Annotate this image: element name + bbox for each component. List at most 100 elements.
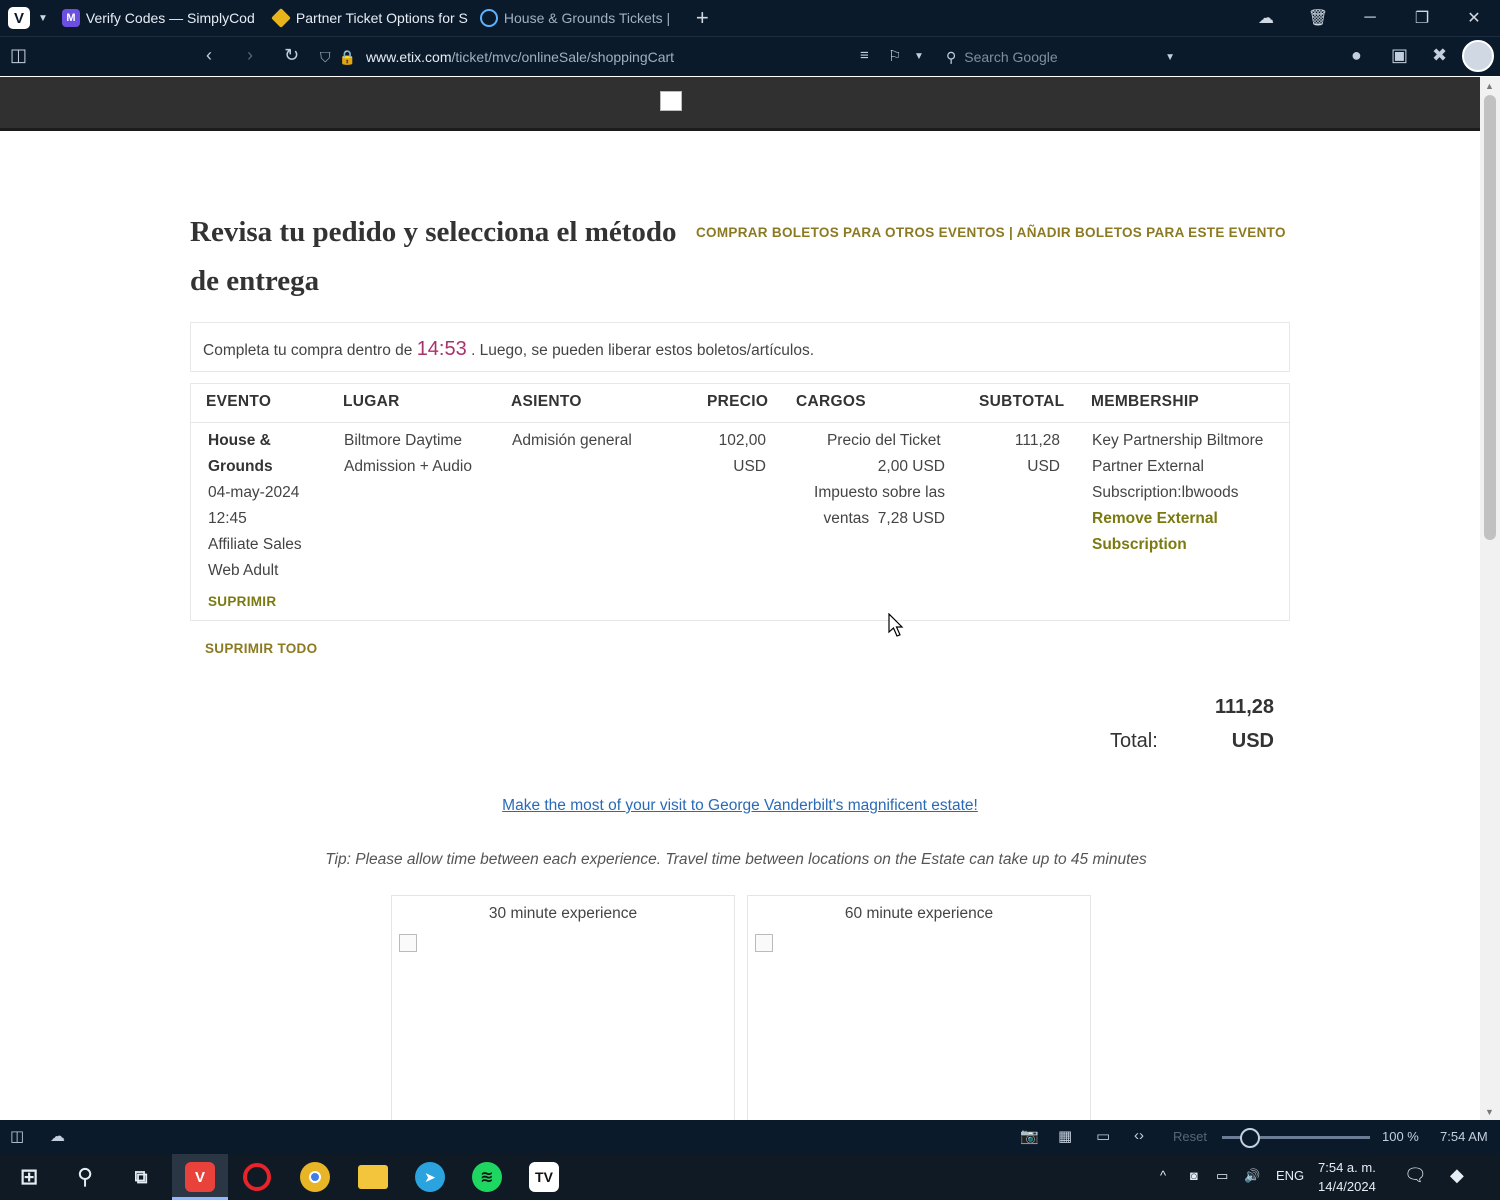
shield-icon[interactable]: ⛉ (320, 49, 331, 66)
lock-icon[interactable]: 🔒 (339, 49, 356, 66)
estate-promo-link-text[interactable]: Make the most of your visit to George Va… (502, 797, 978, 814)
tab-menu-chevron-icon[interactable]: ▼ (38, 13, 48, 24)
window-icon[interactable]: ▭ (1096, 1127, 1110, 1145)
network-icon[interactable]: ▭ (1216, 1168, 1228, 1184)
bookmark-dropdown-chevron-icon[interactable]: ▼ (914, 51, 924, 62)
taskbar-clock[interactable]: 7:54 a. m. 14/4/2024 (1318, 1158, 1376, 1196)
telegram-app-icon[interactable]: ➤ (415, 1162, 445, 1192)
browser-tab-bar: V ▼ M Verify Codes — SimplyCod Partner T… (0, 0, 1500, 36)
volume-icon[interactable]: 🔊 (1244, 1168, 1260, 1184)
windows-start-icon[interactable]: ⊞ (14, 1162, 44, 1192)
membership-text: Key Partnership Biltmore Partner Externa… (1092, 432, 1264, 501)
timer-prefix: Completa tu compra dentro de (203, 342, 413, 359)
experience-card-30[interactable]: 30 minute experience (391, 895, 735, 1120)
new-tab-plus-icon[interactable]: + (696, 5, 709, 31)
sync-cloud-icon[interactable]: ☁ (50, 1127, 65, 1145)
tab-title: House & Grounds Tickets | (503, 10, 671, 26)
input-language[interactable]: ENG (1276, 1168, 1304, 1183)
search-field[interactable]: ⚲ Search Google ▼ (942, 43, 1187, 71)
total-amount: 111,28 (1215, 696, 1274, 718)
zoom-slider-knob[interactable] (1240, 1128, 1260, 1148)
window-controls: ☁ 🗑 ─ ❐ ✕ (1240, 0, 1500, 36)
fee-ticket-value: 2,00 USD (877, 458, 945, 475)
cart-table: EVENTO LUGAR ASIENTO PRECIO CARGOS SUBTO… (190, 383, 1290, 621)
chrome-app-icon[interactable] (300, 1162, 330, 1192)
experience-title: 30 minute experience (488, 905, 638, 922)
mouse-cursor-icon (888, 613, 904, 637)
event-name: House & Grounds (208, 432, 273, 475)
search-engine-chevron-icon[interactable]: ▼ (1165, 52, 1175, 63)
restore-icon[interactable]: ❐ (1396, 8, 1448, 28)
bookmark-icon[interactable]: ⚐ (888, 47, 901, 65)
search-icon: ⚲ (946, 48, 957, 65)
cell-evento: House & Grounds 04-may-2024 12:45 Affili… (208, 428, 318, 584)
panel-toggle-icon[interactable]: ◫ (10, 45, 27, 66)
vivaldi-app-icon[interactable]: V (185, 1162, 215, 1192)
reader-view-icon[interactable]: ≡ (860, 47, 869, 64)
tab-house-grounds-tickets[interactable]: House & Grounds Tickets | (476, 0, 686, 36)
tab-verify-codes[interactable]: M Verify Codes — SimplyCod (58, 0, 268, 36)
taskbar-time: 7:54 a. m. (1318, 1160, 1376, 1175)
event-type: Affiliate Sales Web Adult (208, 536, 302, 579)
remove-external-subscription-link[interactable]: Remove External Subscription (1092, 506, 1282, 558)
header-lugar: LUGAR (343, 393, 400, 410)
profile-avatar[interactable] (1462, 40, 1494, 72)
cloud-sync-icon[interactable]: ☁ (1240, 8, 1292, 28)
spotify-app-icon[interactable]: ≋ (472, 1162, 502, 1192)
code-icon[interactable]: ‹› (1134, 1127, 1144, 1144)
travel-time-tip: Tip: Please allow time between each expe… (325, 851, 1147, 868)
delete-all-link[interactable]: SUPRIMIR TODO (205, 641, 317, 656)
trash-icon[interactable]: 🗑 (1292, 8, 1344, 28)
tab-title: Verify Codes — SimplyCod (85, 10, 255, 26)
page-scrollbar[interactable]: ▲ ▼ (1480, 77, 1500, 1120)
precio-currency: USD (733, 458, 766, 475)
site-logo-broken-image[interactable] (660, 91, 682, 111)
file-explorer-icon[interactable] (358, 1165, 388, 1189)
extension-2-icon[interactable]: ▣ (1391, 45, 1408, 66)
fee-tax-value: 7,28 USD (877, 510, 945, 527)
tray-overflow-chevron-icon[interactable]: ^ (1160, 1168, 1166, 1183)
buy-more-tickets-links[interactable]: COMPRAR BOLETOS PARA OTROS EVENTOS | AÑA… (696, 225, 1286, 240)
fee-ticket: Precio del Ticket 2,00 USD (799, 428, 945, 480)
vivaldi-logo-icon: V (8, 7, 30, 29)
scroll-down-icon[interactable]: ▼ (1485, 1107, 1494, 1117)
zoom-reset-button[interactable]: Reset (1173, 1129, 1207, 1144)
scrollbar-thumb[interactable] (1484, 95, 1496, 540)
url-path: /ticket/mvc/onlineSale/shoppingCart (451, 49, 675, 65)
address-bar: ◫ ‹ › ↻ ⛉ 🔒 www.etix.com/ticket/mvc/onli… (0, 36, 1500, 76)
reload-icon[interactable]: ↻ (284, 45, 299, 66)
forward-icon[interactable]: › (247, 45, 253, 66)
notifications-icon[interactable]: 🗨 (1404, 1165, 1427, 1186)
precio-amount: 102,00 (718, 432, 766, 449)
opera-app-icon[interactable] (243, 1163, 271, 1191)
experience-card-60[interactable]: 60 minute experience (747, 895, 1091, 1120)
scroll-up-icon[interactable]: ▲ (1485, 81, 1494, 91)
tab-partner-ticket-options[interactable]: Partner Ticket Options for S (268, 0, 476, 36)
delete-item-link[interactable]: SUPRIMIR (208, 594, 276, 609)
cell-precio: 102,00 USD (696, 428, 766, 480)
close-window-icon[interactable]: ✕ (1448, 8, 1500, 28)
extension-icon[interactable]: ● (1351, 45, 1362, 66)
search-taskbar-icon[interactable]: ⚲ (70, 1162, 100, 1192)
extension-3-icon[interactable]: ✖ (1432, 45, 1447, 66)
tradingview-app-icon[interactable]: TV (529, 1162, 559, 1192)
vivaldi-menu-button[interactable]: V (6, 5, 32, 31)
panel-icon[interactable]: ◫ (10, 1127, 24, 1145)
tiling-icon[interactable]: ▦ (1058, 1127, 1072, 1145)
copilot-icon[interactable]: ◆ (1450, 1165, 1464, 1186)
subtotal-currency: USD (1027, 458, 1060, 475)
header-asiento: ASIENTO (511, 393, 582, 410)
screenshot-icon[interactable]: 📷 (1020, 1127, 1039, 1145)
header-precio: PRECIO (707, 393, 769, 410)
event-date: 04-may-2024 (208, 484, 300, 501)
back-icon[interactable]: ‹ (206, 45, 212, 66)
zoom-level: 100 % (1382, 1129, 1419, 1144)
minimize-icon[interactable]: ─ (1344, 9, 1396, 27)
cell-subtotal: 111,28 USD (991, 428, 1060, 480)
url-field[interactable]: ⛉ 🔒 www.etix.com/ticket/mvc/onlineSale/s… (320, 43, 935, 71)
header-evento: EVENTO (206, 393, 272, 410)
cell-lugar: Biltmore Daytime Admission + Audio (344, 432, 472, 475)
header-subtotal: SUBTOTAL (979, 393, 1065, 410)
task-view-icon[interactable]: ⧉ (126, 1162, 156, 1192)
tray-device-icon[interactable]: ◙ (1190, 1168, 1198, 1183)
